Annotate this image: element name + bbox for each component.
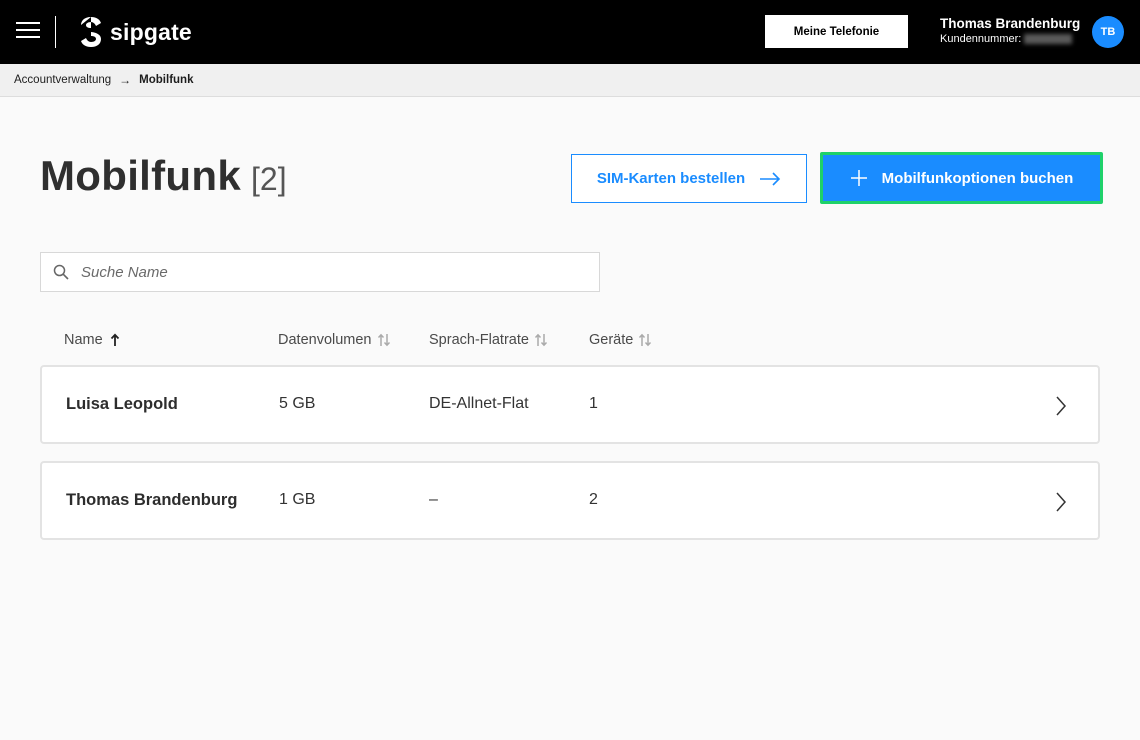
page-title-text: Mobilfunk	[40, 152, 241, 199]
page-title: Mobilfunk [2]	[40, 152, 287, 200]
column-header-datenvolumen[interactable]: Datenvolumen	[278, 332, 392, 348]
row-geraete: 1	[589, 395, 598, 412]
avatar[interactable]: TB	[1092, 16, 1124, 48]
arrow-right-icon	[760, 171, 781, 186]
breadcrumb-arrow-icon: →	[119, 73, 132, 87]
column-header-geraete-label: Geräte	[589, 332, 634, 348]
plus-icon	[850, 170, 867, 186]
page-count: [2]	[251, 161, 287, 197]
customer-number: Kundennummer:	[940, 33, 1085, 45]
column-header-geraete[interactable]: Geräte	[589, 332, 653, 348]
row-name: Luisa Leopold	[66, 395, 178, 413]
search-icon	[53, 264, 69, 280]
chevron-right-icon	[1056, 396, 1067, 416]
sipgate-logo-icon	[81, 17, 101, 47]
meine-telefonie-button[interactable]: Meine Telefonie	[765, 15, 908, 48]
book-button-label: Mobilfunkoptionen buchen	[881, 169, 1074, 187]
sort-icon	[377, 333, 390, 347]
header-divider	[55, 16, 56, 48]
column-header-name-label: Name	[64, 332, 103, 348]
chevron-right-icon	[1056, 492, 1067, 512]
hamburger-menu-icon[interactable]	[16, 22, 40, 42]
top-bar: sipgate Meine Telefonie Thomas Brandenbu…	[0, 0, 1140, 64]
column-header-name[interactable]: Name	[64, 332, 123, 348]
mobilfunkoptionen-buchen-button[interactable]: Mobilfunkoptionen buchen	[823, 155, 1100, 201]
user-name: Thomas Brandenburg	[940, 16, 1081, 31]
breadcrumb-current: Mobilfunk	[139, 74, 194, 86]
customer-number-label: Kundennummer:	[940, 33, 1022, 45]
sort-ascending-icon	[110, 333, 119, 346]
table-row[interactable]: Thomas Brandenburg 1 GB – 2	[40, 461, 1100, 540]
row-sprach-flatrate: DE-Allnet-Flat	[429, 395, 529, 412]
row-name: Thomas Brandenburg	[66, 491, 238, 509]
row-datenvolumen: 5 GB	[279, 395, 316, 412]
sort-icon	[534, 333, 547, 347]
sort-icon	[639, 333, 652, 347]
search-input[interactable]	[81, 263, 581, 281]
mobilfunkoptionen-button-highlight: Mobilfunkoptionen buchen	[820, 152, 1103, 204]
logo-text: sipgate	[110, 18, 192, 45]
row-sprach-flatrate: –	[429, 491, 438, 508]
sipgate-logo[interactable]: sipgate	[80, 15, 192, 49]
sim-karten-bestellen-button[interactable]: SIM-Karten bestellen	[571, 154, 807, 203]
column-header-sprach-flatrate[interactable]: Sprach-Flatrate	[429, 332, 549, 348]
customer-number-redacted	[1024, 34, 1073, 45]
sim-button-label: SIM-Karten bestellen	[596, 170, 746, 187]
column-header-datenvolumen-label: Datenvolumen	[278, 332, 372, 348]
row-datenvolumen: 1 GB	[279, 491, 316, 508]
search-box	[40, 252, 600, 292]
row-geraete: 2	[589, 491, 598, 508]
column-header-flatrate-label: Sprach-Flatrate	[429, 332, 529, 348]
user-info[interactable]: Thomas Brandenburg Kundennummer:	[940, 16, 1085, 45]
table-row[interactable]: Luisa Leopold 5 GB DE-Allnet-Flat 1	[40, 365, 1100, 444]
breadcrumb: Accountverwaltung → Mobilfunk	[0, 64, 1140, 97]
breadcrumb-accountverwaltung[interactable]: Accountverwaltung	[14, 74, 111, 86]
